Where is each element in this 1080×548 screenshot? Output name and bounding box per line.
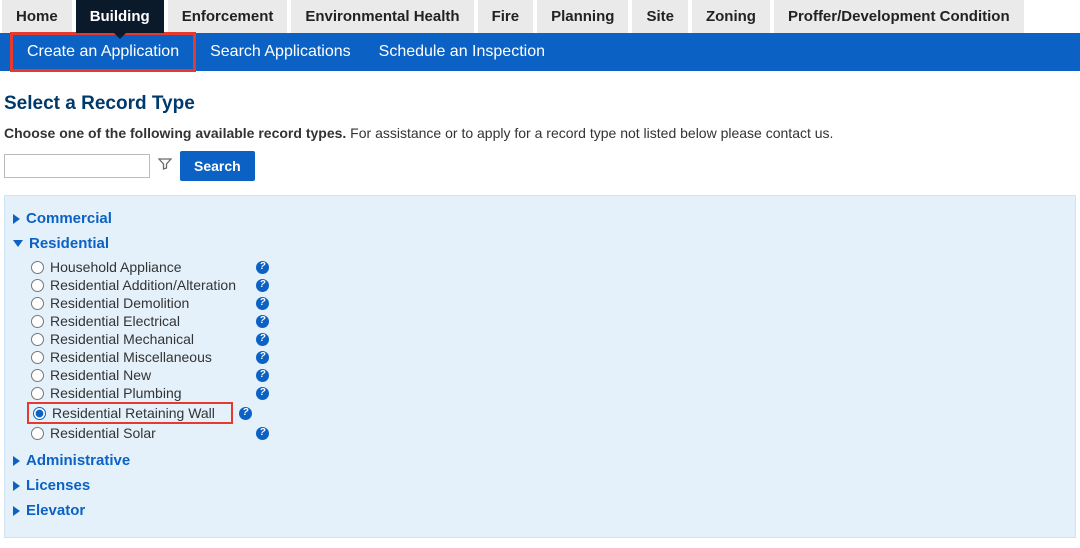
option-label: Residential Plumbing xyxy=(50,384,250,402)
radio-residential-new[interactable] xyxy=(31,369,44,382)
tab-site[interactable]: Site xyxy=(632,0,688,33)
option-label: Household Appliance xyxy=(50,258,250,276)
search-row: Search xyxy=(4,151,1076,181)
option-row: Residential Electrical ? xyxy=(31,312,1067,330)
radio-household-appliance[interactable] xyxy=(31,261,44,274)
radio-residential-misc[interactable] xyxy=(31,351,44,364)
radio-residential-mechanical[interactable] xyxy=(31,333,44,346)
option-label: Residential Mechanical xyxy=(50,330,250,348)
group-label: Commercial xyxy=(26,210,112,227)
group-label: Licenses xyxy=(26,477,90,494)
option-label: Residential New xyxy=(50,366,250,384)
radio-residential-retaining-wall[interactable] xyxy=(33,407,46,420)
radio-residential-solar[interactable] xyxy=(31,427,44,440)
option-label: Residential Solar xyxy=(50,424,250,442)
filter-icon[interactable] xyxy=(158,157,172,175)
option-row: Residential Addition/Alteration ? xyxy=(31,276,1067,294)
help-icon[interactable]: ? xyxy=(256,297,269,310)
search-input[interactable] xyxy=(4,154,150,178)
help-icon[interactable]: ? xyxy=(256,333,269,346)
option-row: Residential Mechanical ? xyxy=(31,330,1067,348)
help-icon[interactable]: ? xyxy=(256,261,269,274)
group-residential[interactable]: Residential xyxy=(13,231,1067,256)
help-icon[interactable]: ? xyxy=(256,315,269,328)
radio-residential-electrical[interactable] xyxy=(31,315,44,328)
option-row: Residential Solar ? xyxy=(31,424,1067,442)
intro-text: Choose one of the following available re… xyxy=(4,125,1076,141)
option-label: Residential Miscellaneous xyxy=(50,348,250,366)
option-row: Household Appliance ? xyxy=(31,258,1067,276)
group-administrative[interactable]: Administrative xyxy=(13,448,1067,473)
sub-nav: Create an Application Search Application… xyxy=(0,33,1080,71)
intro-bold: Choose one of the following available re… xyxy=(4,125,346,141)
help-icon[interactable]: ? xyxy=(256,369,269,382)
chevron-right-icon xyxy=(13,506,20,516)
help-icon[interactable]: ? xyxy=(256,351,269,364)
content: Select a Record Type Choose one of the f… xyxy=(0,71,1080,548)
group-licenses[interactable]: Licenses xyxy=(13,473,1067,498)
tab-environmental-health[interactable]: Environmental Health xyxy=(291,0,473,33)
help-icon[interactable]: ? xyxy=(256,279,269,292)
tab-home[interactable]: Home xyxy=(2,0,72,33)
radio-residential-addition[interactable] xyxy=(31,279,44,292)
help-icon[interactable]: ? xyxy=(256,387,269,400)
option-row: Residential Plumbing ? xyxy=(31,384,1067,402)
group-label: Administrative xyxy=(26,452,130,469)
option-row: Residential Retaining Wall ? xyxy=(31,402,1067,424)
tab-enforcement[interactable]: Enforcement xyxy=(168,0,288,33)
help-icon[interactable]: ? xyxy=(256,427,269,440)
option-row: Residential New ? xyxy=(31,366,1067,384)
radio-residential-plumbing[interactable] xyxy=(31,387,44,400)
top-nav: Home Building Enforcement Environmental … xyxy=(0,0,1080,33)
tab-planning[interactable]: Planning xyxy=(537,0,628,33)
chevron-down-icon xyxy=(13,240,23,247)
subnav-create-application[interactable]: Create an Application xyxy=(10,32,196,72)
chevron-right-icon xyxy=(13,456,20,466)
chevron-right-icon xyxy=(13,481,20,491)
subnav-search-applications[interactable]: Search Applications xyxy=(196,35,365,69)
residential-options: Household Appliance ? Residential Additi… xyxy=(31,256,1067,448)
tab-building[interactable]: Building xyxy=(76,0,164,33)
option-label: Residential Demolition xyxy=(50,294,250,312)
option-label: Residential Electrical xyxy=(50,312,250,330)
option-row: Residential Demolition ? xyxy=(31,294,1067,312)
group-label: Residential xyxy=(29,235,109,252)
option-row: Residential Miscellaneous ? xyxy=(31,348,1067,366)
radio-residential-demolition[interactable] xyxy=(31,297,44,310)
tab-zoning[interactable]: Zoning xyxy=(692,0,770,33)
page-title: Select a Record Type xyxy=(4,93,1076,115)
group-label: Elevator xyxy=(26,502,85,519)
intro-rest: For assistance or to apply for a record … xyxy=(346,125,833,141)
record-type-panel: Commercial Residential Household Applian… xyxy=(4,195,1076,538)
tab-proffer[interactable]: Proffer/Development Condition xyxy=(774,0,1024,33)
subnav-schedule-inspection[interactable]: Schedule an Inspection xyxy=(365,35,559,69)
option-label: Residential Retaining Wall xyxy=(52,404,215,422)
help-icon[interactable]: ? xyxy=(239,407,252,420)
group-commercial[interactable]: Commercial xyxy=(13,206,1067,231)
tab-fire[interactable]: Fire xyxy=(478,0,534,33)
chevron-right-icon xyxy=(13,214,20,224)
group-elevator[interactable]: Elevator xyxy=(13,498,1067,523)
option-label: Residential Addition/Alteration xyxy=(50,276,250,294)
search-button[interactable]: Search xyxy=(180,151,255,181)
